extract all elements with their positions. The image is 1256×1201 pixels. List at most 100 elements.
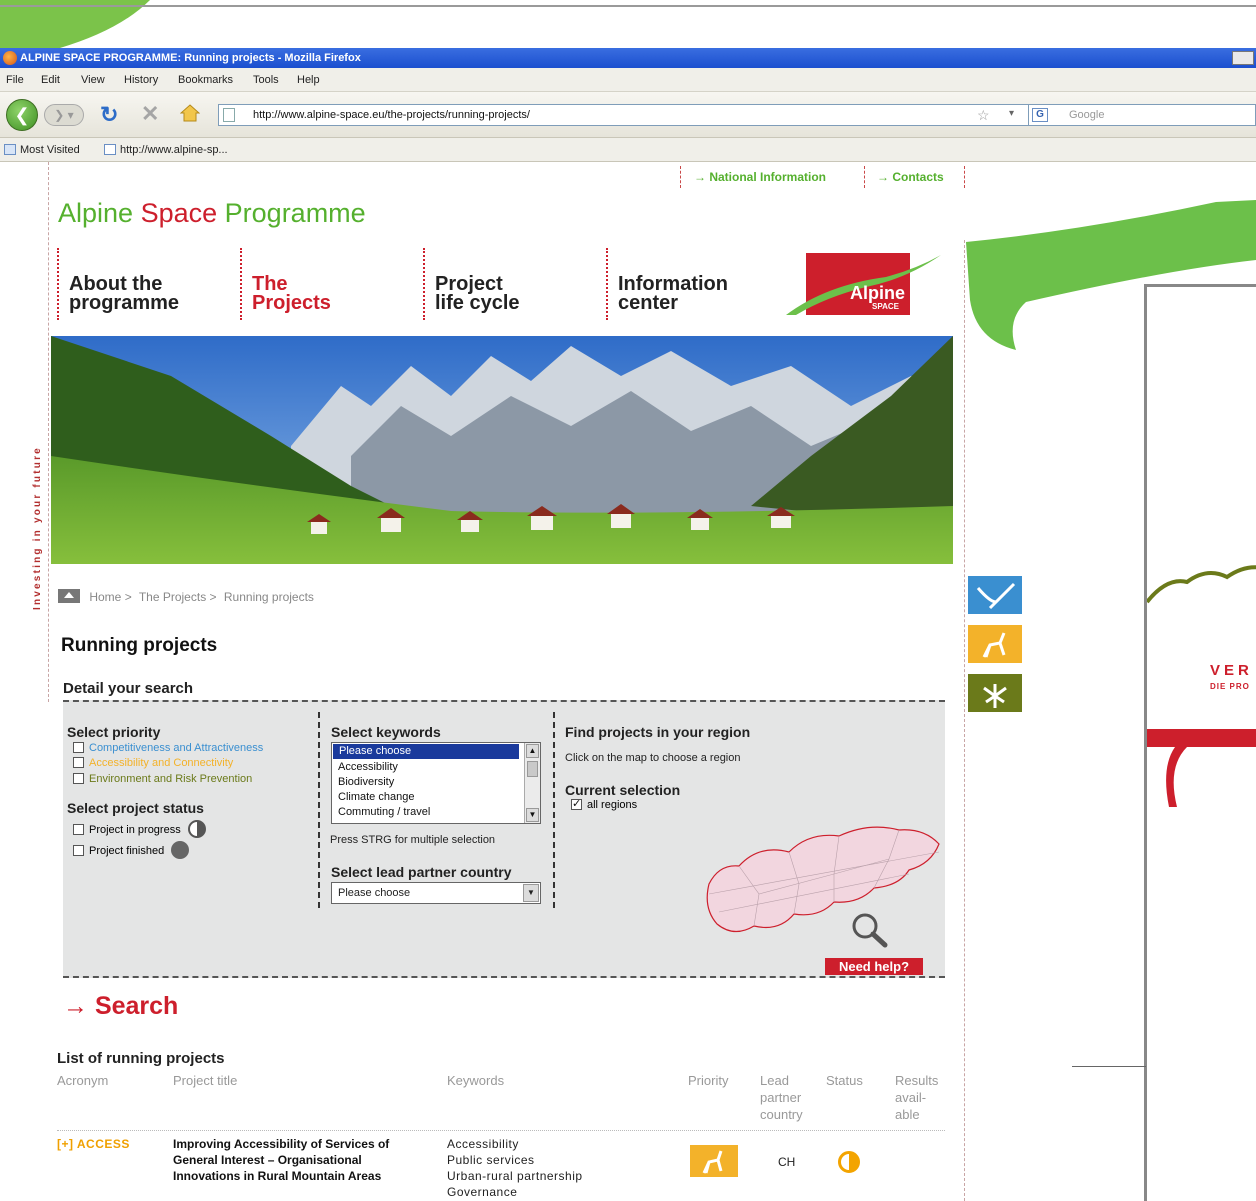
link-separator [864,166,865,188]
keyword-option[interactable]: Please choose [333,744,519,759]
lead-country-heading: Select lead partner country [331,864,512,880]
deer-icon[interactable] [968,625,1022,663]
window-title: ALPINE SPACE PROGRAMME: Running projects… [20,52,361,64]
keywords-hint: Press STRG for multiple selection [330,834,496,846]
all-regions-checkbox[interactable]: all regions [571,797,637,813]
priority-checkbox-accessibility[interactable]: Accessibility and Connectivity [73,757,233,771]
finished-icon [171,841,190,859]
priority-checkbox-environment[interactable]: Environment and Risk Prevention [73,773,252,787]
half-circle-icon [838,1151,860,1173]
keywords-listbox[interactable]: Please choose Accessibility Biodiversity… [331,742,541,824]
col-header-project-title[interactable]: Project title [173,1072,237,1089]
search-box[interactable]: G Google [1028,104,1256,126]
checkbox[interactable] [73,845,84,856]
menu-help[interactable]: Help [297,74,320,86]
national-information-link[interactable]: → National Information [694,170,826,184]
row-keyword: Accessibility [447,1137,519,1151]
window-controls[interactable] [1232,51,1254,65]
nav-label-line2: center [618,292,679,314]
breadcrumb-projects[interactable]: The Projects > [139,590,217,604]
lead-country-select[interactable]: Please choose ▼ [331,882,541,904]
priority-checkbox-competitiveness[interactable]: Competitiveness and Attractiveness [73,742,263,756]
breadcrumb-home[interactable]: Home > [89,590,131,604]
keyword-option[interactable]: Accessibility [332,760,522,775]
home-icon[interactable] [58,589,80,603]
navigation-toolbar: ❮ ❯ ▾ ↻ ✕ http://www.alpine-space.eu/the… [0,92,1256,138]
nav-about-programme[interactable]: About the programme [57,248,227,320]
checkbox[interactable] [73,742,84,753]
menu-view[interactable]: View [81,74,105,86]
col-header-acronym[interactable]: Acronym [57,1072,108,1089]
status-checkbox-finished[interactable]: Project finished [73,841,190,859]
nav-project-life-cycle[interactable]: Project life cycle [423,248,593,320]
checkbox[interactable] [73,773,84,784]
col-header-priority[interactable]: Priority [688,1072,728,1089]
vertical-tagline: Investing in your future [30,370,46,610]
nav-label-line2: Projects [252,292,331,314]
bird-icon[interactable] [968,576,1022,614]
priority-heading: Select priority [67,724,161,740]
stop-icon[interactable]: ✕ [141,101,159,127]
deer-icon [690,1145,738,1177]
background-sub-text: DIE PRO [1210,682,1250,691]
row-acronym-link[interactable]: [+] ACCESS [57,1136,130,1152]
scroll-up-icon[interactable]: ▲ [526,744,539,758]
menu-edit[interactable]: Edit [41,74,60,86]
scroll-thumb[interactable] [527,761,538,777]
col-header-keywords[interactable]: Keywords [447,1072,504,1089]
brand-word-3: Programme [224,198,366,228]
need-help-button[interactable]: Need help? [825,958,923,975]
url-text: http://www.alpine-space.eu/the-projects/… [253,109,530,121]
background-document [1144,284,1256,1201]
menu-file[interactable]: File [6,74,24,86]
search-button[interactable]: → Search [63,992,178,1021]
site-brand[interactable]: Alpine Space Programme [58,198,366,229]
row-keyword: Governance [447,1185,518,1199]
status-label: Project finished [89,845,165,857]
nav-the-projects[interactable]: The Projects [240,248,410,320]
list-title: List of running projects [57,1050,225,1067]
bookmark-label: http://www.alpine-sp... [120,144,228,156]
reload-icon[interactable]: ↻ [100,102,118,128]
status-checkbox-in-progress[interactable]: Project in progress [73,820,206,838]
page-title: Running projects [61,635,218,656]
checkbox[interactable] [73,824,84,835]
menu-bookmarks[interactable]: Bookmarks [178,74,233,86]
background-line [1072,1066,1146,1067]
keyword-option[interactable]: Commuting / travel [332,805,522,820]
col-header-status[interactable]: Status [826,1072,863,1089]
col-header-results[interactable]: Results avail-able [895,1072,950,1123]
chevron-down-icon[interactable]: ▼ [523,884,539,902]
nav-label-line2: programme [69,292,180,314]
bookmark-page-icon [104,144,116,155]
checkbox[interactable] [73,757,84,768]
forward-button[interactable]: ❯ ▾ [44,104,84,126]
zoom-magnifier-icon[interactable] [849,912,889,948]
plant-icon[interactable] [968,674,1022,712]
back-button[interactable]: ❮ [6,99,38,131]
listbox-scrollbar[interactable]: ▲ ▼ [524,743,540,823]
alpine-region-map[interactable] [699,814,949,944]
hero-mountain-image [51,336,953,564]
background-ver-text: VER [1210,662,1253,679]
menu-bar: File Edit View History Bookmarks Tools H… [0,68,1256,92]
alpine-space-logo[interactable]: Alpine SPACE [786,245,946,320]
google-icon[interactable]: G [1032,108,1048,122]
priority-label: Environment and Risk Prevention [89,773,253,785]
checkbox[interactable] [571,797,582,810]
row-project-title[interactable]: Improving Accessibility of Services of G… [173,1136,423,1184]
contacts-link[interactable]: → Contacts [877,170,944,184]
home-icon[interactable] [180,104,200,122]
search-panel: Select priority Competitiveness and Attr… [63,700,945,978]
url-dropdown-icon[interactable]: ▾ [1009,108,1014,119]
keyword-option[interactable]: Biodiversity [332,775,522,790]
bookmark-alpine-space[interactable]: http://www.alpine-sp... [104,144,228,156]
col-header-lead-partner-country[interactable]: Lead partner country [760,1072,824,1123]
nav-information-center[interactable]: Information center [606,248,776,320]
keyword-option[interactable]: Climate change [332,790,522,805]
scroll-down-icon[interactable]: ▼ [526,808,539,822]
bookmark-star-icon[interactable]: ☆ [977,107,990,124]
bookmark-most-visited[interactable]: Most Visited [4,144,80,156]
menu-tools[interactable]: Tools [253,74,279,86]
menu-history[interactable]: History [124,74,158,86]
